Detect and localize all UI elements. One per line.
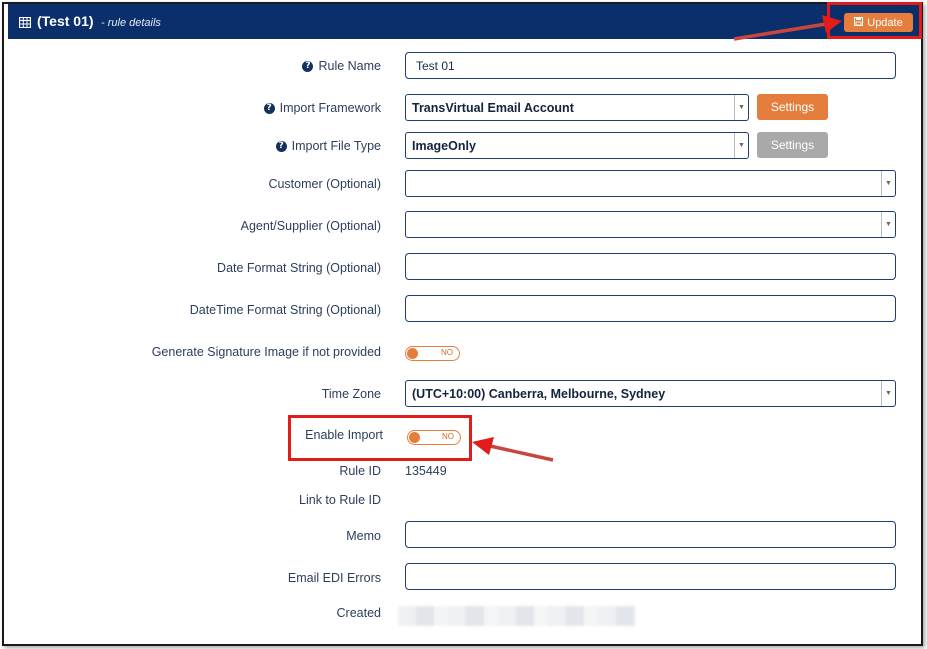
arrow-to-enable-import bbox=[472, 437, 554, 462]
arrow-to-update bbox=[733, 15, 842, 41]
annotation-arrows bbox=[472, 15, 842, 462]
